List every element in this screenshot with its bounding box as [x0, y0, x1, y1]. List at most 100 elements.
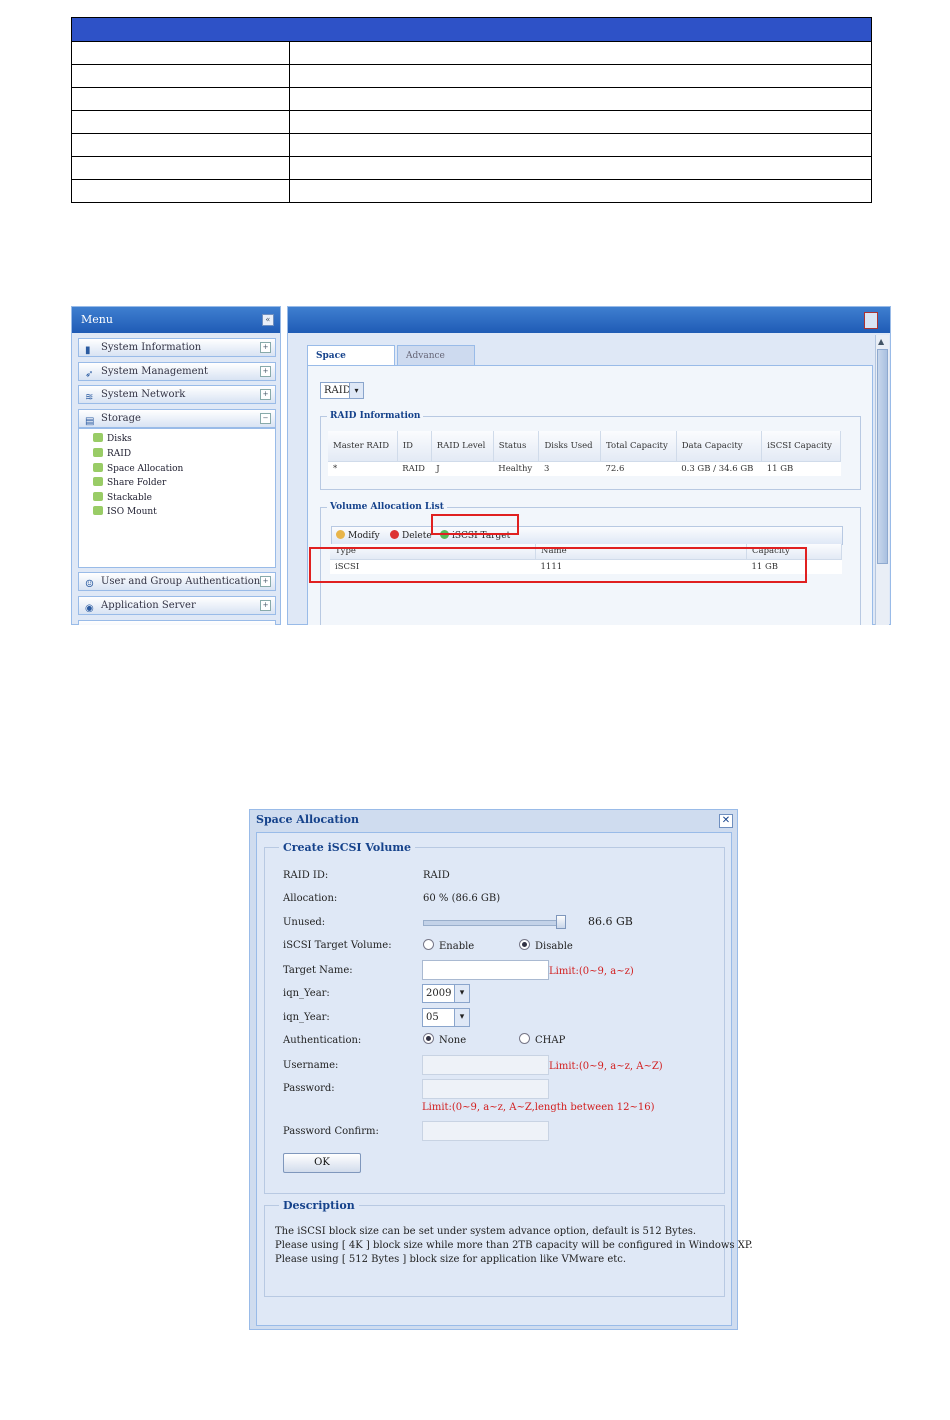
iqn-year-select[interactable]: 2009 ▾: [422, 984, 470, 1003]
disable-radio[interactable]: Disable: [519, 939, 573, 952]
space-allocation-screen: Menu « ▮ System Information + ➶ System M…: [71, 306, 891, 625]
unused-value: 86.6 GB: [588, 915, 633, 928]
chevron-down-icon[interactable]: ▾: [349, 383, 363, 398]
table-row: [71, 41, 872, 65]
chevron-up-icon[interactable]: ▲: [878, 337, 884, 346]
menu-next-section[interactable]: [78, 620, 276, 625]
raid-id-value: RAID: [423, 870, 450, 881]
delete-icon: [390, 530, 399, 539]
column-header: Data Capacity: [676, 431, 763, 461]
submenu-space-allocation[interactable]: Space Allocation: [93, 462, 183, 476]
raid-select[interactable]: RAID ▾: [320, 382, 364, 399]
blank-table: [71, 17, 872, 203]
allocation-label: Allocation:: [283, 893, 338, 904]
table-row: [71, 110, 872, 134]
expand-icon[interactable]: +: [260, 600, 271, 611]
tab-space-allocation[interactable]: Space Allocation: [307, 345, 395, 381]
space-allocation-dialog: Space Allocation ✕ Create iSCSI Volume R…: [249, 809, 753, 1330]
menu-application-server[interactable]: ◉ Application Server +: [78, 596, 276, 615]
main-header: [288, 307, 890, 333]
disk-icon: [93, 448, 103, 457]
ok-button[interactable]: OK: [283, 1153, 361, 1173]
raid-information-table: Master RAID ID RAID Level Status Disks U…: [328, 431, 841, 476]
disk-icon: [93, 477, 103, 486]
slider-thumb[interactable]: [556, 915, 566, 929]
column-header: ID: [397, 431, 432, 461]
chevron-down-icon[interactable]: ▾: [454, 1009, 469, 1026]
description-legend: Description: [283, 1199, 355, 1212]
table-row[interactable]: * RAID J Healthy 3 72.6 0.3 GB / 34.6 GB…: [328, 460, 841, 476]
auth-none-radio[interactable]: None: [423, 1033, 466, 1046]
globe-icon: ◉: [85, 603, 94, 614]
expand-icon[interactable]: +: [260, 576, 271, 587]
submenu-raid[interactable]: RAID: [93, 447, 131, 461]
column-header: iSCSI Capacity: [761, 431, 841, 461]
collapse-menu-icon[interactable]: «: [262, 314, 274, 326]
iscsi-target-highlight: [431, 514, 519, 535]
menu-panel: Menu « ▮ System Information + ➶ System M…: [71, 306, 281, 625]
password-input[interactable]: [422, 1079, 549, 1099]
menu-title: Menu: [81, 313, 113, 326]
raid-information-legend: RAID Information: [330, 411, 421, 421]
target-name-input[interactable]: [422, 960, 549, 980]
scrollbar-thumb[interactable]: [877, 349, 888, 564]
submenu-disks[interactable]: Disks: [93, 432, 132, 446]
allocation-slider[interactable]: [423, 920, 565, 926]
menu-storage[interactable]: ▤ Storage −: [78, 409, 276, 428]
target-volume-label: iSCSI Target Volume:: [283, 940, 392, 951]
modify-button[interactable]: Modify: [336, 529, 380, 543]
users-icon: ☺: [85, 579, 94, 590]
volume-allocation-legend: Volume Allocation List: [330, 502, 444, 512]
vertical-scrollbar[interactable]: ▲: [875, 335, 889, 625]
edit-icon: [336, 530, 345, 539]
username-input[interactable]: [422, 1055, 549, 1075]
table-row: [71, 87, 872, 111]
unused-label: Unused:: [283, 917, 326, 928]
menu-system-management[interactable]: ➶ System Management +: [78, 362, 276, 381]
monitor-icon: ▮: [85, 345, 91, 356]
chevron-down-icon[interactable]: ▾: [454, 985, 469, 1002]
disk-icon: [93, 463, 103, 472]
expand-icon[interactable]: +: [260, 366, 271, 377]
username-label: Username:: [283, 1060, 339, 1071]
collapse-icon[interactable]: −: [260, 413, 271, 424]
submenu-iso-mount[interactable]: ISO Mount: [93, 505, 157, 519]
column-header: Status: [493, 431, 540, 461]
submenu-stackable[interactable]: Stackable: [93, 491, 152, 505]
close-icon[interactable]: ✕: [719, 814, 733, 828]
network-icon: ≋: [85, 392, 94, 403]
submenu-share-folder[interactable]: Share Folder: [93, 476, 166, 490]
column-header: RAID Level: [431, 431, 494, 461]
storage-submenu: Disks RAID Space Allocation Share Folder…: [78, 428, 276, 568]
password-hint: Limit:(0~9, a~z, A~Z,length between 12~1…: [422, 1102, 655, 1113]
tab-content: RAID ▾ RAID Information Master RAID ID R…: [307, 365, 873, 625]
table-row: [71, 156, 872, 180]
menu-system-information[interactable]: ▮ System Information +: [78, 338, 276, 357]
table-row: [71, 64, 872, 88]
expand-icon[interactable]: +: [260, 389, 271, 400]
password-confirm-label: Password Confirm:: [283, 1126, 379, 1137]
username-hint: Limit:(0~9, a~z, A~Z): [549, 1061, 663, 1072]
iqn-month-select[interactable]: 05 ▾: [422, 1008, 470, 1027]
raid-id-label: RAID ID:: [283, 870, 329, 881]
volume-toolbar: Modify Delete iSCSI Target: [331, 526, 843, 545]
allocation-value: 60 % (86.6 GB): [423, 893, 501, 904]
column-header: Disks Used: [538, 431, 601, 461]
description-line: Please using [ 512 Bytes ] block size fo…: [275, 1254, 627, 1265]
auth-chap-radio[interactable]: CHAP: [519, 1033, 565, 1046]
menu-header: Menu «: [72, 307, 280, 333]
disk-icon: [93, 492, 103, 501]
menu-system-network[interactable]: ≋ System Network +: [78, 385, 276, 404]
menu-user-group-auth[interactable]: ☺ User and Group Authentication +: [78, 572, 276, 591]
target-name-label: Target Name:: [283, 965, 353, 976]
table-row: [71, 179, 872, 203]
dialog-body: Create iSCSI Volume RAID ID: RAID Alloca…: [256, 832, 753, 1326]
target-name-hint: Limit:(0~9, a~z): [549, 966, 634, 977]
password-confirm-input[interactable]: [422, 1121, 549, 1141]
expand-icon[interactable]: +: [260, 342, 271, 353]
dialog-title: Space Allocation: [256, 813, 359, 826]
delete-button[interactable]: Delete: [390, 529, 432, 543]
logout-icon[interactable]: [864, 312, 878, 329]
enable-radio[interactable]: Enable: [423, 939, 474, 952]
tab-advance-option[interactable]: Advance Option: [397, 345, 475, 381]
